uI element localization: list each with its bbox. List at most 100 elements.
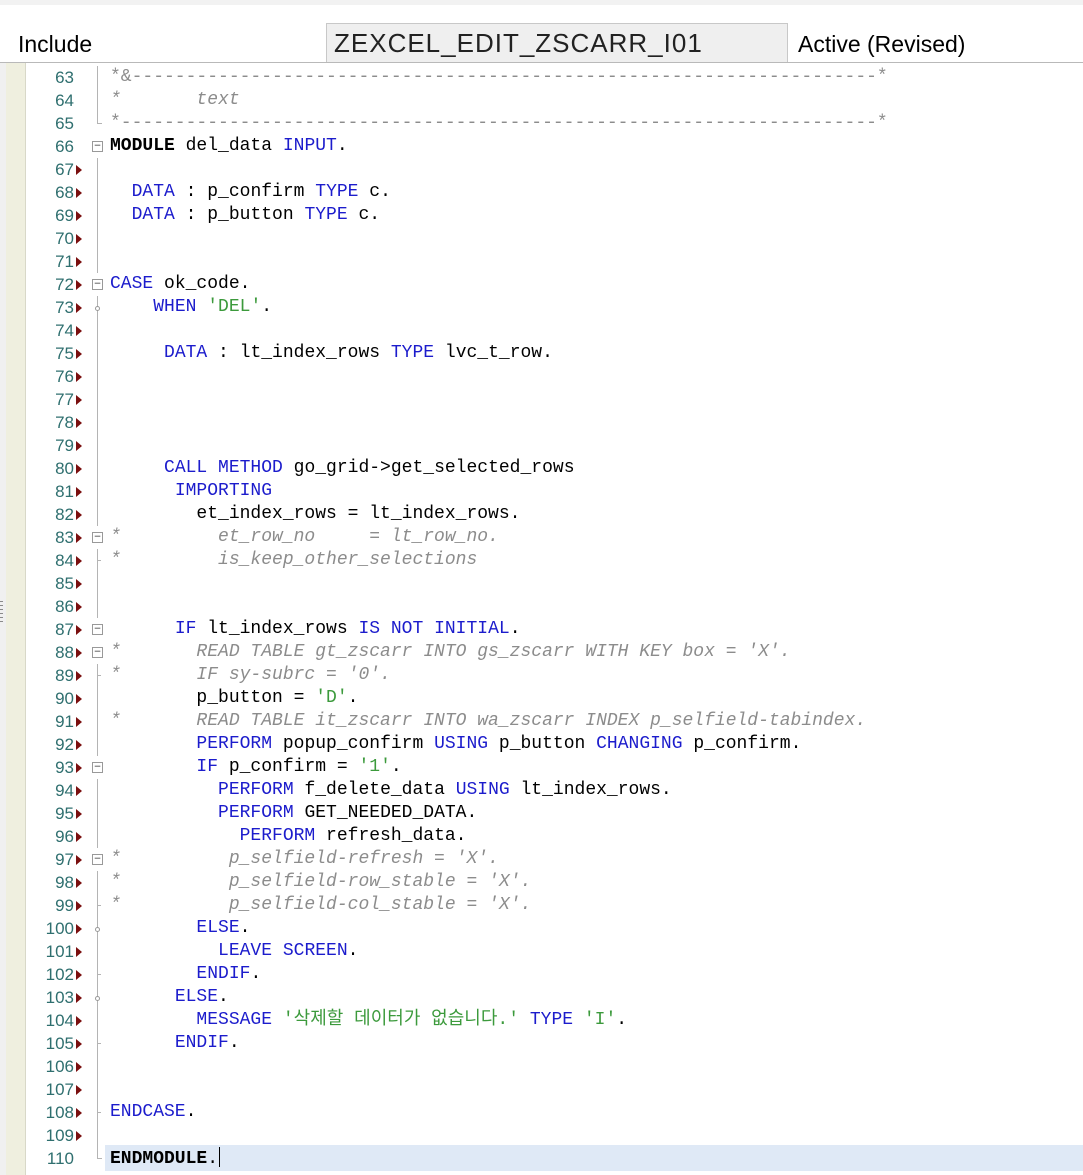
- code-line[interactable]: 80 CALL METHOD go_grid->get_selected_row…: [0, 457, 1083, 480]
- code-line[interactable]: 101 LEAVE SCREEN.: [0, 940, 1083, 963]
- code-line[interactable]: 103 ELSE.: [0, 986, 1083, 1009]
- code-text[interactable]: et_index_rows = lt_index_rows.: [110, 503, 520, 526]
- comment-token: * et_row_no = lt_row_no.: [110, 527, 499, 547]
- code-text[interactable]: WHEN 'DEL'.: [110, 296, 272, 319]
- code-text[interactable]: * text: [110, 89, 240, 112]
- code-line[interactable]: 64 * text: [0, 89, 1083, 112]
- collapse-block-icon[interactable]: [92, 526, 103, 549]
- code-text[interactable]: ENDCASE.: [110, 1101, 196, 1124]
- code-text[interactable]: PERFORM f_delete_data USING lt_index_row…: [110, 779, 672, 802]
- code-text[interactable]: * p_selfield-refresh = 'X'.: [110, 848, 499, 871]
- code-line[interactable]: 106: [0, 1055, 1083, 1078]
- code-line[interactable]: 74: [0, 319, 1083, 342]
- code-text[interactable]: ELSE.: [110, 917, 250, 940]
- code-line[interactable]: 104 MESSAGE '삭제할 데이터가 없습니다.' TYPE 'I'.: [0, 1009, 1083, 1032]
- code-line[interactable]: 78: [0, 411, 1083, 434]
- code-text[interactable]: ENDIF.: [110, 1032, 240, 1055]
- code-line[interactable]: 77: [0, 388, 1083, 411]
- code-text[interactable]: * IF sy-subrc = '0'.: [110, 664, 391, 687]
- collapse-block-icon[interactable]: [92, 135, 103, 158]
- code-text[interactable]: * et_row_no = lt_row_no.: [110, 526, 499, 549]
- code-text[interactable]: p_button = 'D'.: [110, 687, 358, 710]
- code-line[interactable]: 91 * READ TABLE it_zscarr INTO wa_zscarr …: [0, 710, 1083, 733]
- code-line[interactable]: 107: [0, 1078, 1083, 1101]
- code-line[interactable]: 92 PERFORM popup_confirm USING p_button …: [0, 733, 1083, 756]
- code-line[interactable]: 73 WHEN 'DEL'.: [0, 296, 1083, 319]
- code-line[interactable]: 89 * IF sy-subrc = '0'.: [0, 664, 1083, 687]
- code-line[interactable]: 86: [0, 595, 1083, 618]
- code-text[interactable]: IF p_confirm = '1'.: [110, 756, 401, 779]
- code-text[interactable]: PERFORM popup_confirm USING p_button CHA…: [110, 733, 801, 756]
- code-line[interactable]: 102 ENDIF.: [0, 963, 1083, 986]
- code-line[interactable]: 68 DATA : p_confirm TYPE c.: [0, 181, 1083, 204]
- code-line[interactable]: 109: [0, 1124, 1083, 1147]
- code-text[interactable]: DATA : lt_index_rows TYPE lvc_t_row.: [110, 342, 553, 365]
- collapse-block-icon[interactable]: [92, 848, 103, 871]
- code-line[interactable]: 83 * et_row_no = lt_row_no.: [0, 526, 1083, 549]
- change-marker-icon: [76, 625, 82, 635]
- collapse-block-icon[interactable]: [92, 273, 103, 296]
- code-line[interactable]: 87 IF lt_index_rows IS NOT INITIAL.: [0, 618, 1083, 641]
- code-line[interactable]: 75 DATA : lt_index_rows TYPE lvc_t_row.: [0, 342, 1083, 365]
- code-line[interactable]: 94 PERFORM f_delete_data USING lt_index_…: [0, 779, 1083, 802]
- code-text[interactable]: ELSE.: [110, 986, 229, 1009]
- fold-guide: [92, 986, 102, 1009]
- code-line[interactable]: 88 * READ TABLE gt_zscarr INTO gs_zscarr …: [0, 641, 1083, 664]
- program-name-field[interactable]: ZEXCEL_EDIT_ZSCARR_I01: [326, 23, 788, 63]
- code-text[interactable]: IF lt_index_rows IS NOT INITIAL.: [110, 618, 521, 641]
- code-line[interactable]: 108 ENDCASE.: [0, 1101, 1083, 1124]
- collapse-block-icon[interactable]: [92, 756, 103, 779]
- fold-guide: [92, 342, 102, 365]
- code-line[interactable]: 97 * p_selfield-refresh = 'X'.: [0, 848, 1083, 871]
- code-text[interactable]: DATA : p_button TYPE c.: [110, 204, 380, 227]
- code-text[interactable]: PERFORM refresh_data.: [110, 825, 467, 848]
- code-text[interactable]: DATA : p_confirm TYPE c.: [110, 181, 391, 204]
- code-line[interactable]: 99 * p_selfield-col_stable = 'X'.: [0, 894, 1083, 917]
- code-line[interactable]: 98 * p_selfield-row_stable = 'X'.: [0, 871, 1083, 894]
- code-line[interactable]: 65 *-------------------------------------…: [0, 112, 1083, 135]
- code-text[interactable]: CASE ok_code.: [110, 273, 250, 296]
- collapse-block-icon[interactable]: [92, 618, 103, 641]
- code-line[interactable]: 90 p_button = 'D'.: [0, 687, 1083, 710]
- code-text[interactable]: * READ TABLE gt_zscarr INTO gs_zscarr WI…: [110, 641, 791, 664]
- code-line[interactable]: 66 MODULE del_data INPUT.: [0, 135, 1083, 158]
- code-text[interactable]: MESSAGE '삭제할 데이터가 없습니다.' TYPE 'I'.: [110, 1009, 627, 1032]
- code-line[interactable]: 63 *&------------------------------------…: [0, 66, 1083, 89]
- code-text[interactable]: MODULE del_data INPUT.: [110, 135, 348, 158]
- code-line[interactable]: 71: [0, 250, 1083, 273]
- code-line[interactable]: 95 PERFORM GET_NEEDED_DATA.: [0, 802, 1083, 825]
- code-line[interactable]: 79: [0, 434, 1083, 457]
- code-text[interactable]: * READ TABLE it_zscarr INTO wa_zscarr IN…: [110, 710, 866, 733]
- code-line[interactable]: 82 et_index_rows = lt_index_rows.: [0, 503, 1083, 526]
- code-line[interactable]: 93 IF p_confirm = '1'.: [0, 756, 1083, 779]
- code-line[interactable]: 105 ENDIF.: [0, 1032, 1083, 1055]
- code-text[interactable]: IMPORTING: [110, 480, 272, 503]
- code-text[interactable]: * p_selfield-row_stable = 'X'.: [110, 871, 531, 894]
- code-line[interactable]: 69 DATA : p_button TYPE c.: [0, 204, 1083, 227]
- code-line[interactable]: 72 CASE ok_code.: [0, 273, 1083, 296]
- code-line[interactable]: 85: [0, 572, 1083, 595]
- code-text[interactable]: LEAVE SCREEN.: [110, 940, 358, 963]
- code-token: p_button: [488, 734, 597, 754]
- code-line[interactable]: 84 * is_keep_other_selections: [0, 549, 1083, 572]
- code-text[interactable]: *---------------------------------------…: [110, 112, 888, 135]
- code-line[interactable]: 67: [0, 158, 1083, 181]
- keyword-token: PERFORM: [239, 826, 316, 846]
- code-line[interactable]: 96 PERFORM refresh_data.: [0, 825, 1083, 848]
- code-line[interactable]: 110 ENDMODULE.: [0, 1147, 1083, 1170]
- code-text[interactable]: ENDIF.: [110, 963, 261, 986]
- line-number: 68: [55, 183, 74, 202]
- collapse-block-icon[interactable]: [92, 641, 103, 664]
- code-line[interactable]: 100 ELSE.: [0, 917, 1083, 940]
- code-text[interactable]: * is_keep_other_selections: [110, 549, 477, 572]
- code-line[interactable]: 70: [0, 227, 1083, 250]
- code-text[interactable]: CALL METHOD go_grid->get_selected_rows: [110, 457, 574, 480]
- code-line[interactable]: 76: [0, 365, 1083, 388]
- code-text[interactable]: ENDMODULE.: [110, 1147, 221, 1171]
- code-text[interactable]: PERFORM GET_NEEDED_DATA.: [110, 802, 477, 825]
- code-text[interactable]: *&--------------------------------------…: [110, 66, 888, 89]
- code-text[interactable]: * p_selfield-col_stable = 'X'.: [110, 894, 531, 917]
- code-lines[interactable]: 63 *&------------------------------------…: [0, 66, 1083, 1170]
- code-editor[interactable]: 63 *&------------------------------------…: [0, 63, 1083, 1175]
- code-line[interactable]: 81 IMPORTING: [0, 480, 1083, 503]
